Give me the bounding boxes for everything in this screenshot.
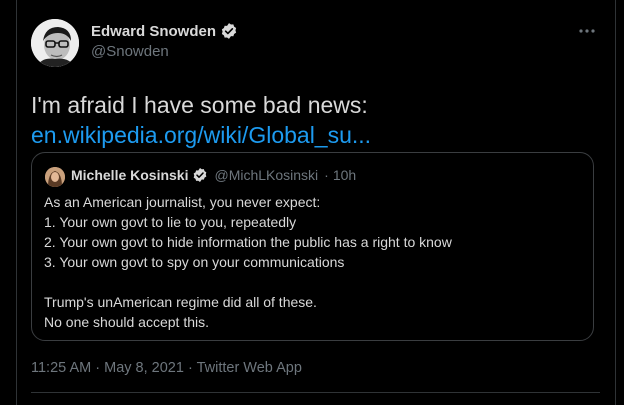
verified-badge-icon: [221, 23, 237, 39]
tweet-link[interactable]: en.wikipedia.org/wiki/Global_su...: [31, 122, 371, 148]
tweet-metadata: 11:25 AM · May 8, 2021 · Twitter Web App: [31, 360, 302, 376]
tweet-source[interactable]: Twitter Web App: [197, 360, 302, 376]
quoted-author-handle[interactable]: @MichLKosinski: [214, 167, 318, 183]
timeline-left-border: [16, 0, 17, 405]
tweet-text: I'm afraid I have some bad news: en.wiki…: [31, 90, 601, 150]
more-horizontal-icon: [579, 29, 595, 33]
quoted-avatar-image: [45, 167, 65, 187]
timeline-right-border: [615, 0, 616, 405]
quoted-separator: ·: [324, 167, 329, 183]
quoted-text: As an American journalist, you never exp…: [44, 194, 452, 330]
quoted-header: Michelle Kosinski @MichLKosinski · 10h: [71, 167, 356, 183]
quoted-verified-badge-icon: [194, 168, 207, 182]
divider: [31, 392, 600, 393]
author-avatar[interactable]: [31, 19, 79, 67]
tweet-time[interactable]: 11:25 AM: [31, 360, 91, 376]
meta-separator: ·: [95, 360, 101, 376]
more-options-button[interactable]: [576, 22, 598, 40]
author-name-row[interactable]: Edward Snowden: [91, 22, 238, 40]
author-name[interactable]: Edward Snowden: [91, 23, 216, 40]
tweet-date[interactable]: May 8, 2021: [104, 360, 184, 376]
quoted-author-avatar[interactable]: [45, 167, 65, 187]
quoted-time[interactable]: 10h: [333, 167, 356, 183]
tweet-text-body: I'm afraid I have some bad news:: [31, 92, 368, 118]
tweet-card: Edward Snowden @Snowden I'm afraid I hav…: [0, 0, 624, 405]
avatar-image: [31, 19, 79, 67]
author-handle[interactable]: @Snowden: [91, 43, 169, 60]
quoted-author-name[interactable]: Michelle Kosinski: [71, 167, 188, 183]
meta-separator: ·: [187, 360, 193, 376]
quoted-tweet[interactable]: Michelle Kosinski @MichLKosinski · 10h A…: [31, 152, 594, 341]
